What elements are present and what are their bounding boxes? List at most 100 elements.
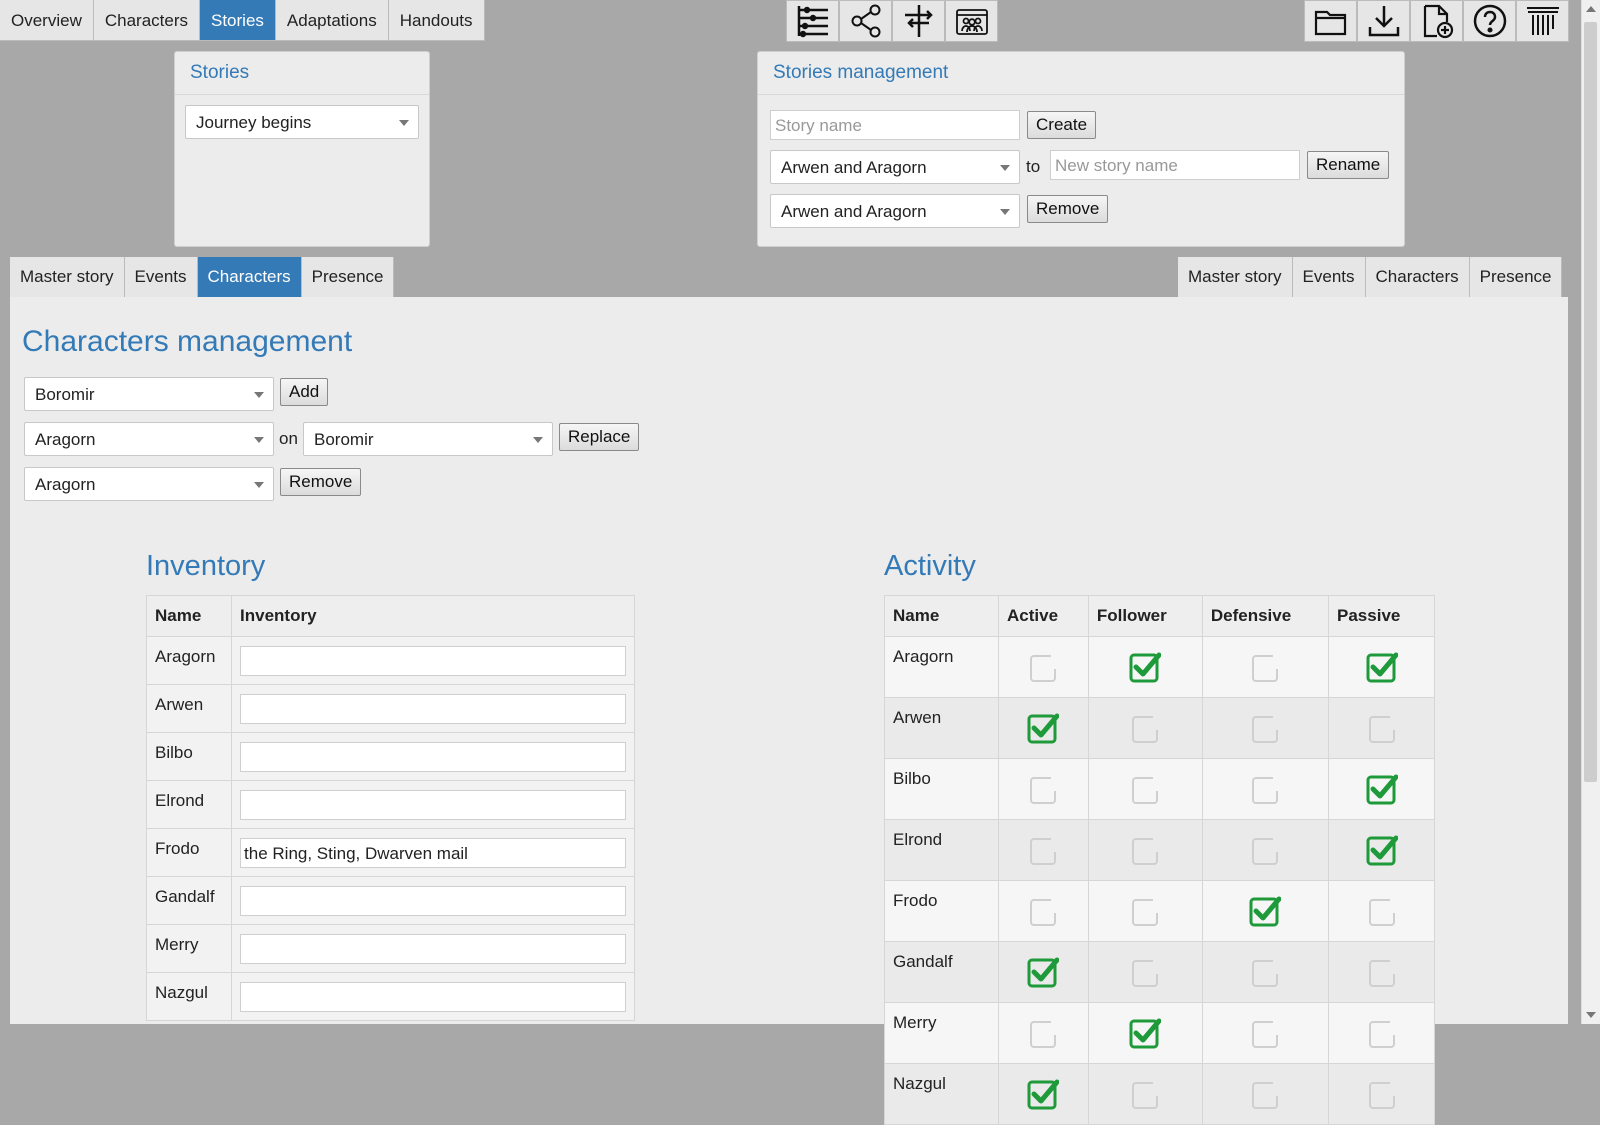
story-name-input[interactable]: Story name	[770, 110, 1020, 140]
rename-story-select[interactable]: Arwen and Aragorn	[770, 150, 1020, 184]
remove-story-select[interactable]: Arwen and Aragorn	[770, 194, 1020, 228]
inventory-character-name: Bilbo	[145, 732, 233, 781]
remove-story-button[interactable]: Remove	[1027, 195, 1109, 223]
checkbox-unchecked-icon[interactable]	[1366, 956, 1398, 988]
open-button[interactable]	[1304, 0, 1357, 42]
rename-story-button[interactable]: Rename	[1307, 151, 1390, 179]
tab-adaptations[interactable]: Adaptations	[275, 0, 389, 41]
inventory-input[interactable]	[240, 693, 626, 724]
subtab-events[interactable]: Events	[124, 257, 198, 297]
inventory-input[interactable]	[240, 789, 626, 820]
checkbox-unchecked-icon[interactable]	[1249, 1017, 1281, 1049]
share-icon	[851, 4, 880, 38]
right-subtab-presence[interactable]: Presence	[1469, 257, 1563, 297]
checkbox-unchecked-icon[interactable]	[1129, 834, 1161, 866]
signpost-icon	[904, 5, 933, 37]
right-subtab-events[interactable]: Events	[1292, 257, 1366, 297]
checkbox-checked-icon[interactable]	[1129, 1017, 1162, 1049]
activity-character-name: Arwen	[883, 697, 1000, 759]
remove-character-button[interactable]: Remove	[280, 468, 362, 496]
main-content: Characters management Boromir Add Aragor…	[10, 297, 1568, 1125]
checkbox-unchecked-icon[interactable]	[1366, 895, 1398, 927]
activity-cell-active	[998, 819, 1089, 881]
timeline-button[interactable]	[786, 0, 839, 42]
checkbox-unchecked-icon[interactable]	[1129, 1078, 1161, 1110]
activity-row: Merry	[883, 1002, 1435, 1064]
checkbox-checked-icon[interactable]	[1249, 895, 1282, 927]
inventory-character-name: Gandalf	[145, 876, 233, 925]
tab-characters[interactable]: Characters	[93, 0, 200, 41]
checkbox-checked-icon[interactable]	[1027, 712, 1060, 744]
add-character-select[interactable]: Boromir	[24, 377, 274, 411]
add-character-button[interactable]: Add	[280, 378, 329, 406]
download-button[interactable]	[1357, 0, 1410, 42]
checkbox-unchecked-icon[interactable]	[1249, 834, 1281, 866]
tab-handouts[interactable]: Handouts	[388, 0, 485, 41]
scroll-down-arrow-icon[interactable]	[1586, 1012, 1596, 1018]
activity-cell-active	[998, 697, 1089, 759]
checkbox-unchecked-icon[interactable]	[1249, 773, 1281, 805]
activity-header-name: Name	[883, 595, 1000, 637]
right-subtab-characters[interactable]: Characters	[1365, 257, 1470, 297]
checkbox-unchecked-icon[interactable]	[1249, 712, 1281, 744]
story-select[interactable]: Journey begins	[185, 105, 419, 139]
subtab-characters[interactable]: Characters	[197, 257, 302, 297]
checkbox-unchecked-icon[interactable]	[1366, 712, 1398, 744]
right-subtab-master-story[interactable]: Master story	[1178, 257, 1293, 297]
checkbox-unchecked-icon[interactable]	[1249, 1078, 1281, 1110]
inventory-input[interactable]: the Ring, Sting, Dwarven mail	[240, 837, 626, 868]
checkbox-unchecked-icon[interactable]	[1366, 1017, 1398, 1049]
inventory-character-name: Frodo	[145, 828, 233, 877]
tab-stories[interactable]: Stories	[200, 0, 276, 41]
checkbox-unchecked-icon[interactable]	[1249, 956, 1281, 988]
checkbox-unchecked-icon[interactable]	[1027, 1017, 1059, 1049]
checkbox-unchecked-icon[interactable]	[1027, 773, 1059, 805]
inventory-header-name: Name	[145, 595, 233, 637]
activity-character-name: Gandalf	[883, 941, 1000, 1003]
activity-cell-passive	[1328, 880, 1435, 942]
checkbox-unchecked-icon[interactable]	[1027, 651, 1059, 683]
checkbox-checked-icon[interactable]	[1366, 773, 1398, 805]
checkbox-checked-icon[interactable]	[1027, 1078, 1060, 1110]
checkbox-checked-icon[interactable]	[1366, 651, 1398, 683]
inventory-input[interactable]	[240, 933, 626, 964]
inventory-input[interactable]	[240, 645, 626, 676]
inventory-row: Elrond	[145, 780, 635, 829]
activity-cell-follower	[1087, 636, 1203, 698]
checkbox-unchecked-icon[interactable]	[1027, 895, 1059, 927]
activity-cell-follower	[1087, 697, 1203, 759]
replace-character-button[interactable]: Replace	[559, 423, 640, 451]
subtab-master-story[interactable]: Master story	[10, 257, 125, 297]
inventory-input[interactable]	[240, 741, 626, 772]
replace-to-select[interactable]: Boromir	[303, 422, 553, 456]
share-button[interactable]	[839, 0, 892, 42]
checkbox-checked-icon[interactable]	[1027, 956, 1060, 988]
inventory-cell	[231, 780, 635, 829]
create-story-button[interactable]: Create	[1027, 111, 1097, 139]
subtab-presence[interactable]: Presence	[301, 257, 395, 297]
checkbox-unchecked-icon[interactable]	[1129, 895, 1161, 927]
help-button[interactable]	[1463, 0, 1516, 42]
new-file-button[interactable]	[1410, 0, 1463, 42]
temple-button[interactable]	[1516, 0, 1569, 42]
remove-character-select[interactable]: Aragorn	[24, 467, 274, 501]
new-story-name-input[interactable]: New story name	[1050, 150, 1300, 180]
scrollbar-thumb[interactable]	[1584, 22, 1597, 782]
replace-from-select[interactable]: Aragorn	[24, 422, 274, 456]
tab-overview[interactable]: Overview	[0, 0, 94, 41]
checkbox-unchecked-icon[interactable]	[1366, 1078, 1398, 1110]
inventory-input[interactable]	[240, 885, 626, 916]
inventory-input[interactable]	[240, 981, 626, 1012]
signpost-button[interactable]	[892, 0, 945, 42]
checkbox-checked-icon[interactable]	[1129, 651, 1162, 683]
activity-cell-follower	[1087, 941, 1203, 1003]
checkbox-checked-icon[interactable]	[1366, 834, 1398, 866]
page-scrollbar[interactable]	[1581, 0, 1600, 1024]
checkbox-unchecked-icon[interactable]	[1129, 773, 1161, 805]
checkbox-unchecked-icon[interactable]	[1027, 834, 1059, 866]
group-button[interactable]	[945, 0, 998, 42]
checkbox-unchecked-icon[interactable]	[1129, 712, 1161, 744]
scroll-up-arrow-icon[interactable]	[1586, 6, 1596, 12]
checkbox-unchecked-icon[interactable]	[1129, 956, 1161, 988]
checkbox-unchecked-icon[interactable]	[1249, 651, 1281, 683]
